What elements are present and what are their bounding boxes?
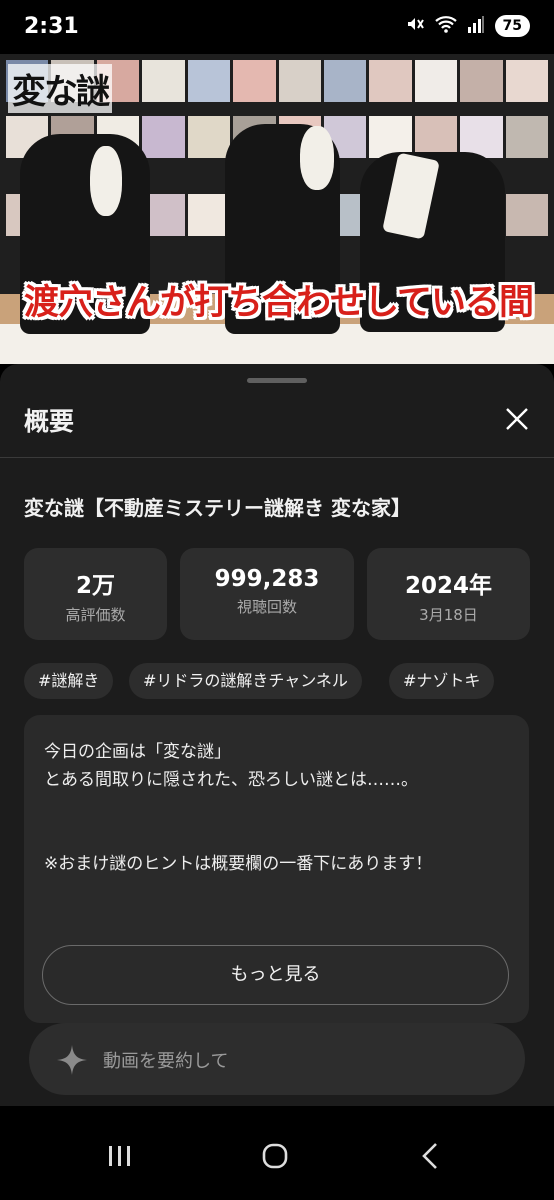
sparkle-icon: [55, 1043, 89, 1081]
description-line: 今日の企画は「変な謎」: [44, 742, 231, 762]
divider: [0, 457, 554, 458]
video-caption: 渡穴さんが打ち合わせしている間: [24, 283, 534, 323]
video-title: 変な謎【不動産ミステリー謎解き 変な家】: [24, 496, 411, 520]
wifi-icon: [434, 14, 457, 38]
stat-views-value: 999,283: [214, 566, 320, 592]
status-icons: 75: [405, 14, 530, 38]
stat-date-year: 2024年: [404, 573, 492, 599]
stat-date-day: 3月18日: [419, 606, 478, 624]
description-box: 今日の企画は「変な謎」 とある間取りに隠された、恐ろしい謎とは……。 ※おまけ謎…: [24, 715, 529, 1023]
home-icon: [262, 1143, 288, 1169]
mask-left: [90, 146, 122, 216]
back-icon: [422, 1143, 437, 1169]
mask-center: [300, 126, 334, 190]
stat-views-label: 視聴回数: [236, 598, 297, 616]
description-line: ※おまけ謎のヒントは概要欄の一番下にあります！: [44, 854, 433, 874]
summarize-placeholder: 動画を要約して: [103, 1051, 229, 1072]
description-line: とある間取りに隠された、恐ろしい謎とは……。: [44, 770, 418, 790]
home-button[interactable]: [245, 1136, 305, 1176]
close-button[interactable]: [496, 398, 538, 440]
back-button[interactable]: [400, 1136, 460, 1176]
hashtag-chip[interactable]: #ナゾトキ: [389, 663, 495, 699]
sheet-title: 概要: [24, 407, 75, 436]
summarize-input[interactable]: 動画を要約して: [29, 1023, 525, 1095]
description-sheet: 概要 変な謎【不動産ミステリー謎解き 変な家】 2万 高評価数 999,283 …: [0, 364, 554, 1106]
stat-likes: 2万 高評価数: [24, 548, 167, 640]
stat-likes-label: 高評価数: [65, 606, 126, 624]
stat-date: 2024年 3月18日: [367, 548, 530, 640]
mute-icon: [405, 14, 425, 38]
status-bar: 2:31 75: [0, 0, 554, 54]
video-logo: 変な謎: [8, 64, 112, 113]
recent-apps-icon: [109, 1146, 130, 1166]
signal-icon: [467, 15, 485, 37]
status-time: 2:31: [24, 14, 79, 39]
recent-apps-button[interactable]: [90, 1136, 150, 1176]
battery-icon: 75: [494, 15, 530, 37]
close-icon: [506, 408, 528, 430]
sheet-drag-handle[interactable]: [247, 378, 307, 383]
navigation-bar: [0, 1106, 554, 1200]
video-player[interactable]: 変な謎 渡穴さんが打ち合わせしている間: [0, 54, 554, 364]
hashtag-chip[interactable]: #リドラの謎解きチャンネル: [129, 663, 362, 699]
hashtag-chip[interactable]: #謎解き: [24, 663, 114, 699]
stat-views: 999,283 視聴回数: [180, 548, 354, 640]
stat-likes-value: 2万: [75, 573, 115, 599]
show-more-button[interactable]: もっと見る: [42, 945, 509, 1005]
